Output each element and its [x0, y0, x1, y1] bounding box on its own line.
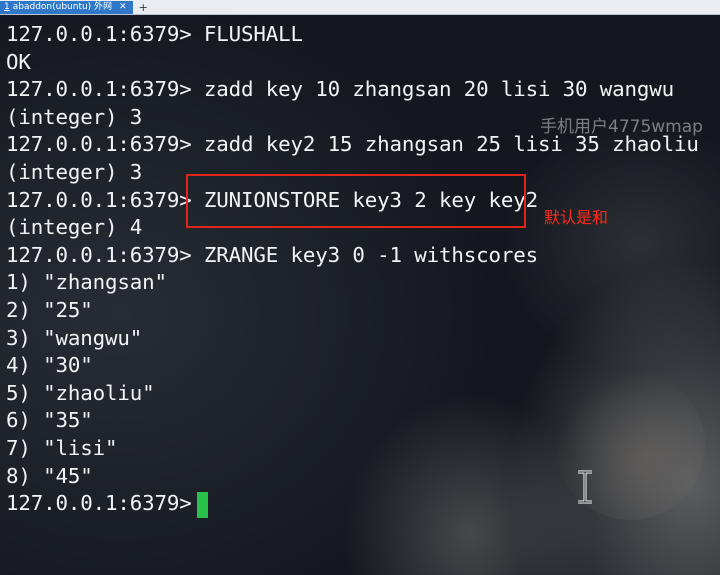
terminal-line: 7) "lisi"	[6, 436, 118, 460]
terminal-line: 6) "35"	[6, 408, 93, 433]
terminal-line: 2) "25"	[6, 298, 93, 322]
close-icon[interactable]: ✕	[119, 1, 127, 14]
terminal-line: 3) "wangwu"	[6, 325, 143, 350]
watermark-text: 手机用户4775wmap	[540, 117, 703, 137]
terminal-line: 5) "zhaoliu"	[6, 380, 155, 405]
terminal-line: 8) "45"	[6, 463, 93, 488]
new-tab-button[interactable]: +	[133, 1, 154, 14]
terminal-line: OK	[6, 49, 31, 74]
terminal-output[interactable]: 127.0.0.1:6379> FLUSHALL OK 127.0.0.1:63…	[0, 20, 720, 575]
tab-number: 1	[4, 2, 10, 12]
annotation-highlight-box	[186, 174, 526, 228]
terminal-prompt-line: 127.0.0.1:6379>	[6, 491, 204, 516]
terminal-line: 1) "zhangsan"	[6, 270, 167, 295]
tab-title: abaddon(ubuntu) 外网	[12, 2, 113, 12]
terminal-line: 127.0.0.1:6379> FLUSHALL	[6, 22, 303, 46]
terminal-line: 4) "30"	[6, 353, 93, 378]
terminal-line: (integer) 3	[6, 104, 143, 129]
terminal-line: 127.0.0.1:6379> zadd key 10 zhangsan 20 …	[6, 77, 675, 102]
tab-bar: 1 abaddon(ubuntu) 外网 ✕ +	[0, 0, 720, 15]
terminal-line: 127.0.0.1:6379> ZRANGE key3 0 -1 withsco…	[6, 242, 538, 267]
tab-session[interactable]: 1 abaddon(ubuntu) 外网 ✕	[0, 1, 133, 14]
terminal-line: (integer) 3	[6, 160, 143, 184]
terminal-cursor	[197, 492, 208, 518]
annotation-note: 默认是和	[544, 208, 609, 227]
text-cursor-icon	[578, 470, 592, 504]
terminal-line: (integer) 4	[6, 215, 143, 240]
